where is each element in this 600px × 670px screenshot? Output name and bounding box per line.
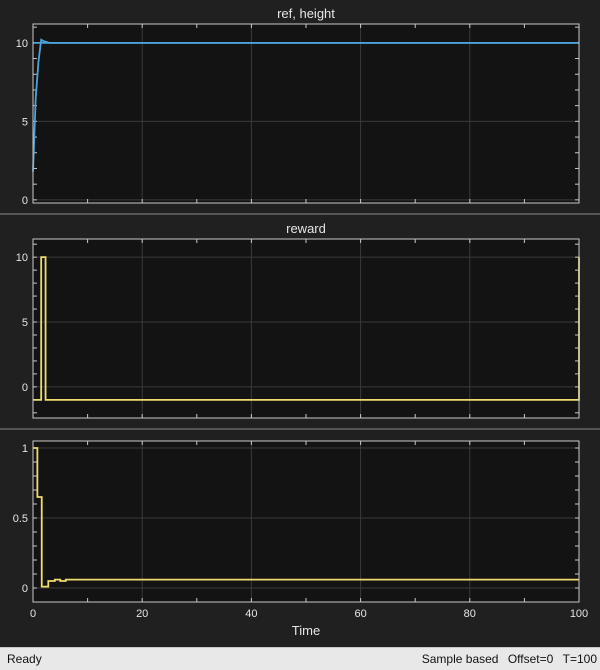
y-tick-label: 1 xyxy=(22,443,28,455)
x-tick-label: 40 xyxy=(245,608,257,620)
y-tick-label: 0.5 xyxy=(13,513,28,525)
status-offset: Offset=0 xyxy=(507,652,554,666)
y-tick-label: 0 xyxy=(22,382,28,394)
y-tick-label: 10 xyxy=(16,38,28,50)
plot-area xyxy=(33,239,579,418)
y-tick-label: 0 xyxy=(22,195,28,207)
y-tick-label: 5 xyxy=(22,317,28,329)
plot-area xyxy=(33,24,579,203)
x-tick-label: 20 xyxy=(136,608,148,620)
axes-2: 0 5 10 reward xyxy=(0,221,600,430)
status-bar: Ready Sample based Offset=0 T=100 xyxy=(0,647,600,670)
x-tick-label: 100 xyxy=(570,608,588,620)
x-axis-label: Time xyxy=(292,623,320,638)
axes-1: 0 5 10 ref, height xyxy=(0,6,600,215)
axes-title: ref, height xyxy=(277,6,335,21)
status-sample-mode: Sample based xyxy=(421,652,499,666)
x-tick-label: 60 xyxy=(354,608,366,620)
x-tick-label: 80 xyxy=(464,608,476,620)
y-tick-label: 0 xyxy=(22,583,28,595)
axes-3: 0 0.5 1 0 20 40 60 80 100 Time xyxy=(13,440,588,638)
plot-area xyxy=(33,441,579,602)
x-tick-label: 0 xyxy=(30,608,36,620)
status-ready: Ready xyxy=(7,652,42,666)
status-info: Sample based Offset=0 T=100 xyxy=(416,652,597,666)
axes-title: reward xyxy=(286,221,326,236)
scope-figure: 0510ref, height0510reward00.510 20 40 60 80 1… xyxy=(0,6,600,638)
status-time: T=100 xyxy=(562,652,597,666)
y-tick-label: 5 xyxy=(22,116,28,128)
y-tick-label: 10 xyxy=(16,252,28,264)
